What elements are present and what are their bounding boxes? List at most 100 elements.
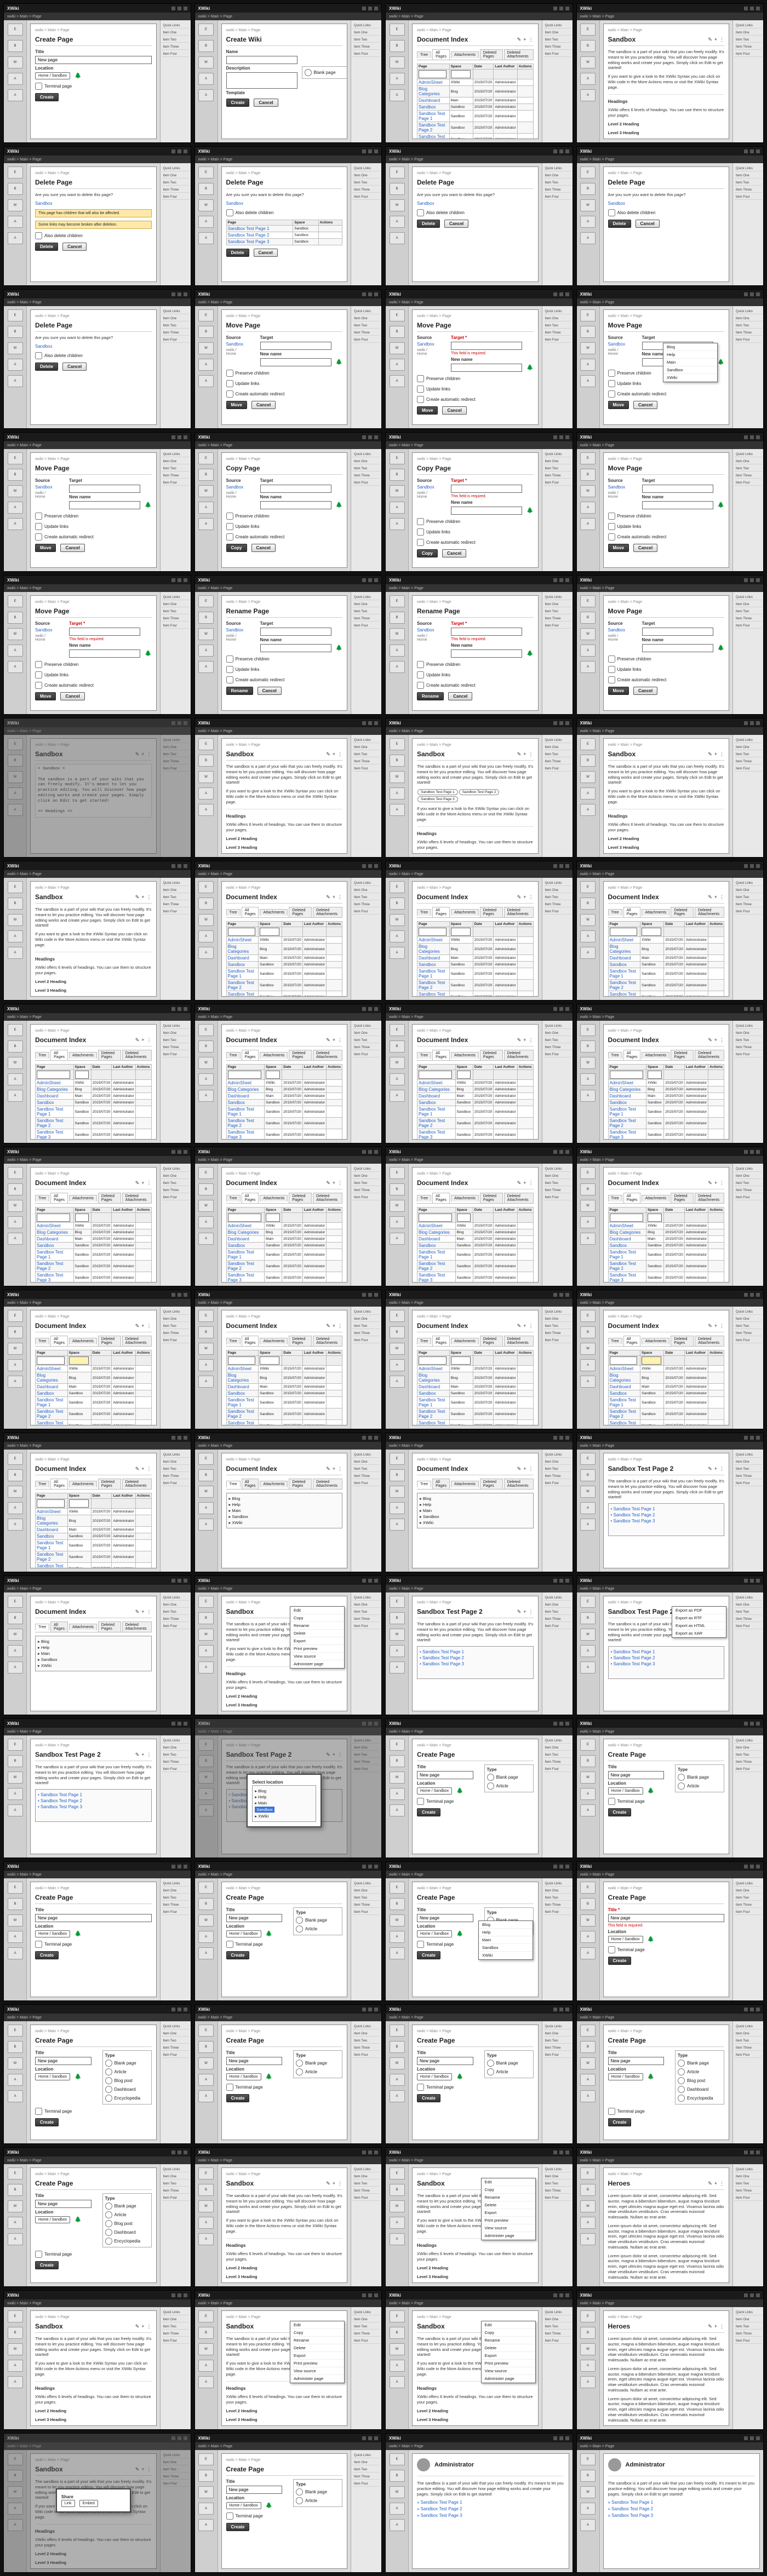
col-header[interactable]: Last Author bbox=[494, 64, 517, 70]
right-item[interactable]: Item Three bbox=[353, 617, 380, 622]
menu-item[interactable]: Print preview bbox=[482, 2217, 535, 2224]
table-cell[interactable]: Sandbox Test Page 1 bbox=[417, 1397, 450, 1408]
sidebar-item[interactable]: A bbox=[580, 1931, 596, 1943]
terminal-check[interactable]: Terminal page bbox=[226, 1941, 343, 1948]
tab[interactable]: Deleted Pages bbox=[98, 1479, 121, 1489]
right-item[interactable]: Item Two bbox=[735, 2182, 762, 2187]
title-input[interactable] bbox=[608, 1771, 665, 1779]
right-item[interactable]: Item Two bbox=[162, 2468, 189, 2473]
add-icon[interactable]: + bbox=[141, 1752, 144, 1758]
window-control[interactable] bbox=[756, 1007, 760, 1011]
table-cell[interactable]: Sandbox Test Page 3 bbox=[417, 991, 450, 997]
col-header[interactable]: Page bbox=[226, 1350, 259, 1356]
right-item[interactable]: Quick Links bbox=[735, 2025, 762, 2029]
right-item[interactable]: Item Three bbox=[544, 45, 571, 50]
right-item[interactable]: Item Three bbox=[353, 2475, 380, 2480]
sidebar-item[interactable]: W bbox=[198, 2057, 214, 2069]
window-control[interactable] bbox=[368, 1150, 372, 1154]
filter-input[interactable] bbox=[266, 1214, 280, 1222]
sidebar-item[interactable]: W bbox=[8, 485, 23, 497]
tab[interactable]: Attachments bbox=[642, 1338, 669, 1344]
more-icon[interactable]: ⋮ bbox=[529, 894, 534, 900]
sidebar-item[interactable]: A bbox=[580, 216, 596, 228]
sidebar-item[interactable]: A bbox=[390, 1233, 405, 1245]
sidebar-item[interactable]: B bbox=[198, 1326, 214, 1338]
sidebar-item[interactable]: B bbox=[390, 2184, 405, 2196]
edit-icon[interactable]: ✎ bbox=[135, 1323, 140, 1329]
right-item[interactable]: Item One bbox=[735, 888, 762, 893]
right-item[interactable]: Item Two bbox=[544, 467, 571, 472]
right-item[interactable]: Item Two bbox=[162, 38, 189, 43]
right-item[interactable]: Item Four bbox=[544, 1624, 571, 1629]
sidebar-item[interactable]: E bbox=[8, 2025, 23, 2037]
tab[interactable]: Deleted Attachments bbox=[122, 1050, 152, 1060]
more-icon[interactable]: ⋮ bbox=[719, 1466, 724, 1472]
links-check[interactable]: Update links bbox=[226, 380, 343, 387]
table-cell[interactable]: Dashboard bbox=[226, 1384, 259, 1390]
sidebar-item[interactable]: W bbox=[198, 199, 214, 211]
right-item[interactable]: Quick Links bbox=[353, 1453, 380, 1458]
sidebar-item[interactable]: A bbox=[8, 645, 23, 657]
tree-icon[interactable]: 🌲 bbox=[75, 2217, 81, 2223]
right-item[interactable]: Quick Links bbox=[544, 1882, 571, 1887]
sidebar-item[interactable]: A bbox=[198, 930, 214, 942]
edit-icon[interactable]: ✎ bbox=[135, 1037, 140, 1043]
sidebar-item[interactable]: B bbox=[580, 40, 596, 52]
sidebar-item[interactable]: A bbox=[198, 1376, 214, 1388]
window-control[interactable] bbox=[171, 1150, 175, 1154]
more-icon[interactable]: ⋮ bbox=[337, 2181, 342, 2187]
tab[interactable]: Attachments bbox=[260, 1052, 288, 1059]
right-item[interactable]: Item One bbox=[353, 1174, 380, 1179]
table-cell[interactable]: Sandbox Test Page 2 bbox=[417, 1118, 456, 1129]
tree-icon[interactable]: 🌲 bbox=[75, 2074, 81, 2080]
col-header[interactable]: Actions bbox=[517, 1350, 533, 1356]
col-header[interactable]: Actions bbox=[327, 1065, 342, 1070]
right-item[interactable]: Item Three bbox=[353, 902, 380, 907]
sidebar-item[interactable]: A bbox=[198, 1788, 214, 1800]
add-icon[interactable]: + bbox=[141, 1609, 144, 1615]
sidebar-item[interactable]: E bbox=[580, 738, 596, 750]
edit-icon[interactable]: ✎ bbox=[326, 2181, 330, 2187]
col-header[interactable]: Actions bbox=[135, 1350, 151, 1356]
edit-icon[interactable]: ✎ bbox=[326, 1180, 330, 1186]
sidebar-item[interactable]: W bbox=[390, 56, 405, 68]
sidebar-item[interactable]: A bbox=[198, 1661, 214, 1674]
table-cell[interactable]: Sandbox bbox=[608, 1243, 646, 1249]
tab[interactable]: Deleted Attachments bbox=[313, 1050, 342, 1060]
sidebar-item[interactable]: B bbox=[580, 898, 596, 910]
sidebar-item[interactable]: B bbox=[580, 1612, 596, 1624]
table-cell[interactable]: Dashboard bbox=[226, 1236, 265, 1243]
right-item[interactable]: Item One bbox=[735, 602, 762, 607]
right-item[interactable]: Item Two bbox=[353, 1324, 380, 1329]
col-header[interactable]: Space bbox=[265, 1065, 282, 1070]
right-item[interactable]: Item Three bbox=[353, 45, 380, 50]
sidebar-item[interactable]: A bbox=[8, 787, 23, 800]
add-icon[interactable]: + bbox=[714, 37, 717, 43]
col-header[interactable]: Date bbox=[664, 1208, 685, 1213]
table-cell[interactable]: Sandbox Test Page 3 bbox=[36, 1420, 68, 1426]
tab[interactable]: Tree bbox=[35, 1481, 49, 1487]
sidebar-item[interactable]: A bbox=[390, 1359, 405, 1371]
right-item[interactable]: Quick Links bbox=[735, 24, 762, 28]
table-cell[interactable]: Sandbox Test Page 3 bbox=[36, 1272, 74, 1283]
sidebar-item[interactable]: E bbox=[8, 2310, 23, 2322]
sidebar-item[interactable]: A bbox=[580, 1216, 596, 1228]
sidebar-item[interactable]: W bbox=[8, 342, 23, 354]
table-cell[interactable]: Sandbox Test Page 3 bbox=[417, 1272, 456, 1283]
table-cell[interactable]: AdminSheet bbox=[226, 1366, 259, 1372]
right-item[interactable]: Quick Links bbox=[735, 595, 762, 600]
right-item[interactable]: Quick Links bbox=[353, 1596, 380, 1601]
sidebar-item[interactable]: W bbox=[8, 1057, 23, 1069]
window-control[interactable] bbox=[178, 2436, 181, 2440]
window-control[interactable] bbox=[184, 1293, 187, 1297]
more-icon[interactable]: ⋮ bbox=[147, 1037, 152, 1043]
right-item[interactable]: Item Two bbox=[544, 752, 571, 757]
right-item[interactable]: Quick Links bbox=[544, 24, 571, 28]
right-item[interactable]: Item One bbox=[162, 602, 189, 607]
add-icon[interactable]: + bbox=[714, 1323, 717, 1329]
tab[interactable]: Tree bbox=[417, 1338, 431, 1344]
sidebar-item[interactable]: W bbox=[580, 2343, 596, 2355]
tab[interactable]: All Pages bbox=[242, 1050, 259, 1060]
sidebar-item[interactable]: E bbox=[198, 2167, 214, 2180]
right-item[interactable]: Item Two bbox=[544, 1896, 571, 1901]
